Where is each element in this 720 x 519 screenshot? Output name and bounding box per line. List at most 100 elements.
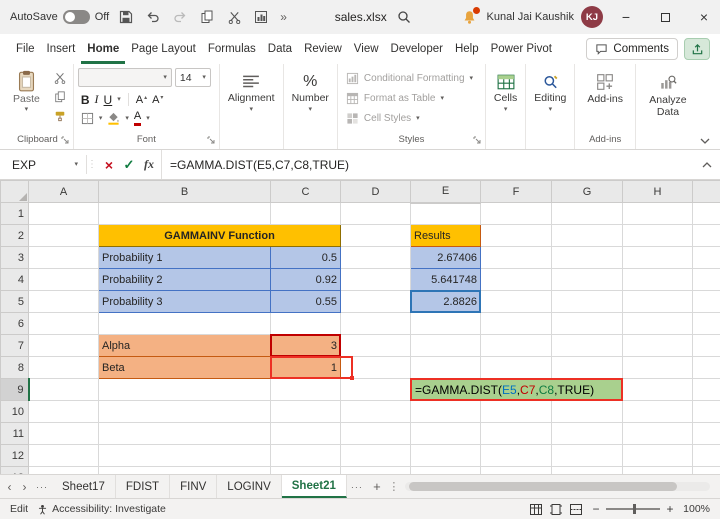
column-header-h[interactable]: H [622, 180, 693, 203]
column-header-c[interactable]: C [270, 180, 341, 203]
tab-developer[interactable]: Developer [385, 34, 449, 64]
cells-group-collapsed[interactable]: Cells ▾ [486, 64, 527, 149]
cell[interactable] [270, 312, 341, 335]
cell[interactable] [340, 290, 411, 313]
cell-b7[interactable]: Alpha [98, 334, 271, 357]
accessibility-checker[interactable]: Accessibility: Investigate [37, 503, 166, 515]
cell[interactable] [28, 290, 99, 313]
close-button[interactable]: × [688, 0, 720, 34]
cut-button[interactable] [224, 4, 244, 30]
cell[interactable] [692, 290, 720, 313]
cell[interactable] [480, 312, 552, 335]
underline-dropdown-icon[interactable]: ▾ [117, 96, 121, 103]
cell[interactable] [340, 400, 411, 423]
cell[interactable] [622, 312, 693, 335]
cell[interactable] [622, 290, 693, 313]
row-header-10[interactable]: 10 [0, 400, 29, 423]
normal-view-icon[interactable] [530, 503, 542, 515]
cell[interactable] [410, 444, 481, 467]
previous-sheet-button[interactable]: ‹ [2, 480, 17, 494]
cell[interactable] [410, 400, 481, 423]
cell-b5[interactable]: Probability 3 [98, 290, 271, 313]
cell[interactable] [551, 356, 623, 379]
cell[interactable] [622, 202, 693, 225]
cell[interactable] [622, 334, 693, 357]
cell-e2-results[interactable]: Results [410, 224, 481, 247]
addins-button[interactable]: Add-ins [579, 67, 631, 105]
cell[interactable] [28, 202, 99, 225]
cell[interactable] [340, 334, 411, 357]
enter-entry-button[interactable]: ✓ [119, 153, 139, 177]
cell[interactable] [410, 312, 481, 335]
tab-view[interactable]: View [348, 34, 385, 64]
more-sheets-right-icon[interactable]: ··· [347, 482, 367, 492]
row-header-8[interactable]: 8 [0, 356, 29, 379]
cell-b3[interactable]: Probability 1 [98, 246, 271, 269]
cell[interactable] [551, 246, 623, 269]
cell[interactable] [692, 312, 720, 335]
cell[interactable] [98, 400, 271, 423]
cell[interactable] [98, 422, 271, 445]
cell[interactable] [28, 400, 99, 423]
tab-file[interactable]: File [10, 34, 41, 64]
cell[interactable] [622, 378, 693, 401]
column-header-e[interactable]: E [410, 180, 481, 204]
cell[interactable] [340, 246, 411, 269]
cell-b8[interactable]: Beta [98, 356, 271, 379]
cell[interactable] [692, 268, 720, 291]
cell[interactable] [28, 312, 99, 335]
bold-button[interactable]: B [81, 93, 90, 107]
tab-power-pivot[interactable]: Power Pivot [485, 34, 558, 64]
column-header-partial[interactable] [692, 180, 720, 203]
format-as-table-button[interactable]: Format as Table ▾ [344, 90, 479, 106]
cell[interactable] [340, 378, 411, 401]
clipboard-dialog-launcher[interactable] [61, 136, 69, 144]
cell[interactable] [480, 224, 552, 247]
row-header-11[interactable]: 11 [0, 422, 29, 445]
tab-insert[interactable]: Insert [41, 34, 82, 64]
insert-function-button[interactable]: fx [139, 153, 159, 177]
cell[interactable] [410, 356, 481, 379]
tab-scroll-divider-icon[interactable]: ⋮ [387, 480, 401, 493]
cell[interactable] [270, 400, 341, 423]
cell[interactable] [622, 246, 693, 269]
font-color-dropdown-icon[interactable]: ▾ [146, 115, 150, 122]
cut-button-ribbon[interactable] [51, 70, 69, 85]
cell[interactable] [28, 378, 99, 401]
formula-input[interactable]: =GAMMA.DIST(E5,C7,C8,TRUE) [161, 150, 694, 179]
page-break-view-icon[interactable] [570, 503, 582, 515]
cell[interactable] [480, 202, 552, 225]
cell[interactable] [98, 466, 271, 474]
cell-b2-title[interactable]: GAMMAINV Function [98, 224, 341, 247]
name-box-dropdown-icon[interactable]: ▾ [74, 161, 78, 168]
column-header-f[interactable]: F [480, 180, 552, 203]
maximize-button[interactable] [649, 0, 681, 34]
cell[interactable] [551, 224, 623, 247]
cell[interactable] [28, 334, 99, 357]
decrease-font-button[interactable]: A ▾ [152, 94, 163, 106]
tab-help[interactable]: Help [449, 34, 485, 64]
cell[interactable] [692, 334, 720, 357]
cell[interactable] [340, 422, 411, 445]
cell[interactable] [480, 444, 552, 467]
zoom-out-button[interactable]: − [591, 502, 601, 516]
cell-b4[interactable]: Probability 2 [98, 268, 271, 291]
cell[interactable] [480, 356, 552, 379]
borders-dropdown-icon[interactable]: ▾ [99, 115, 103, 122]
cell[interactable] [692, 378, 720, 401]
save-button[interactable] [116, 4, 136, 30]
row-header-3[interactable]: 3 [0, 246, 29, 269]
zoom-slider[interactable] [606, 504, 660, 514]
cell-c4[interactable]: 0.92 [270, 268, 341, 291]
cell[interactable] [622, 356, 693, 379]
cell[interactable] [340, 466, 411, 474]
sheet-tab-fdist[interactable]: FDIST [116, 475, 171, 498]
cell[interactable] [692, 400, 720, 423]
cell[interactable] [551, 268, 623, 291]
row-header-13[interactable]: 13 [0, 466, 29, 474]
undo-button[interactable] [143, 4, 163, 30]
cell[interactable] [28, 246, 99, 269]
copy-button[interactable] [197, 4, 217, 30]
zoom-level[interactable]: 100% [680, 503, 710, 515]
cell[interactable] [28, 356, 99, 379]
